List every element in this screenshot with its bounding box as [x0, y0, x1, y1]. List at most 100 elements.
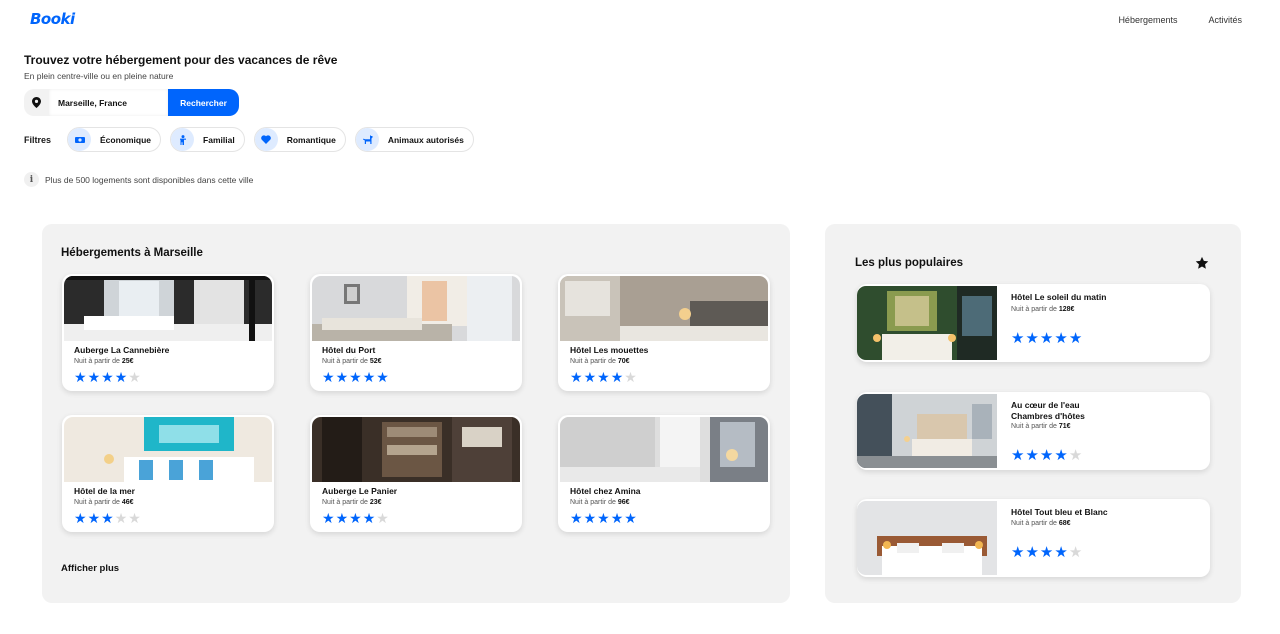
popular-card[interactable]: Au cœur de l'eau Chambres d'hôtes Nuit à… — [857, 392, 1210, 470]
star-icon — [1195, 256, 1209, 270]
filters-row: Filtres Économique Familial Romantique A… — [24, 127, 483, 152]
star-filled-icon: ★ — [349, 369, 362, 385]
nav-link-hebergements[interactable]: Hébergements — [1118, 15, 1177, 25]
star-filled-icon: ★ — [1039, 447, 1054, 464]
star-empty-icon: ★ — [624, 369, 637, 385]
search-bar: Rechercher — [24, 89, 239, 116]
star-filled-icon: ★ — [101, 369, 114, 385]
popular-photo — [857, 501, 997, 575]
star-empty-icon: ★ — [376, 510, 389, 526]
star-filled-icon: ★ — [583, 369, 597, 385]
rating: ★ ★ ★ ★ ★ — [1011, 447, 1083, 464]
star-empty-icon: ★ — [1068, 447, 1083, 464]
rating: ★ ★ ★ ★ ★ — [74, 370, 141, 384]
listing-card[interactable]: Auberge Le Panier Nuit à partir de 23€ ★… — [310, 415, 522, 532]
listing-card[interactable]: Hôtel Les mouettes Nuit à partir de 70€ … — [558, 274, 770, 391]
listing-name: Auberge La Cannebière — [74, 345, 170, 355]
listing-photo — [560, 417, 768, 482]
star-filled-icon: ★ — [583, 510, 597, 526]
popular-title: Les plus populaires — [855, 257, 963, 269]
rating: ★ ★ ★ ★ ★ — [1011, 544, 1082, 561]
star-filled-icon: ★ — [1054, 544, 1068, 561]
listing-price: Nuit à partir de 23€ — [322, 499, 382, 506]
star-filled-icon: ★ — [1068, 330, 1083, 347]
popular-price: Nuit à partir de 128€ — [1011, 306, 1075, 313]
star-filled-icon: ★ — [1025, 544, 1039, 561]
star-empty-icon: ★ — [128, 510, 141, 526]
star-filled-icon: ★ — [322, 369, 335, 385]
star-filled-icon: ★ — [1025, 330, 1039, 347]
info-message: i Plus de 500 logements sont disponibles… — [24, 172, 253, 187]
popular-photo — [857, 286, 997, 360]
listing-card[interactable]: Hôtel de la mer Nuit à partir de 46€ ★ ★ ★… — [62, 415, 274, 532]
heart-icon — [254, 128, 278, 151]
star-filled-icon: ★ — [322, 510, 335, 526]
listing-price: Nuit à partir de 96€ — [570, 499, 630, 506]
listing-card[interactable]: Hôtel du Port Nuit à partir de 52€ ★ ★ ★ ★ ★ — [310, 274, 522, 391]
nav-link-activites[interactable]: Activités — [1208, 15, 1242, 25]
star-filled-icon: ★ — [597, 369, 610, 385]
listing-name: Hôtel chez Amina — [570, 486, 641, 496]
listing-price: Nuit à partir de 70€ — [570, 358, 630, 365]
star-filled-icon: ★ — [1054, 447, 1068, 464]
page-title: Trouvez votre hébergement pour des vacan… — [24, 53, 338, 67]
popular-name: Hôtel Tout bleu et Blanc — [1011, 507, 1108, 517]
search-button[interactable]: Rechercher — [168, 89, 239, 116]
star-empty-icon: ★ — [114, 510, 128, 526]
star-filled-icon: ★ — [1011, 447, 1025, 464]
listing-name: Hôtel Les mouettes — [570, 345, 649, 355]
star-filled-icon: ★ — [335, 369, 349, 385]
rating: ★ ★ ★ ★ ★ — [570, 511, 637, 525]
listing-card[interactable]: Auberge La Cannebière Nuit à partir de 2… — [62, 274, 274, 391]
star-filled-icon: ★ — [101, 510, 114, 526]
show-more-link[interactable]: Afficher plus — [61, 563, 119, 574]
star-filled-icon: ★ — [362, 510, 376, 526]
filters-label: Filtres — [24, 134, 52, 145]
star-filled-icon: ★ — [87, 369, 101, 385]
search-input[interactable] — [49, 89, 168, 116]
dog-icon — [355, 128, 379, 151]
rating: ★ ★ ★ ★ ★ — [570, 370, 637, 384]
booki-logo[interactable]: Booki — [30, 10, 75, 28]
popular-card[interactable]: Hôtel Le soleil du matin Nuit à partir d… — [857, 284, 1210, 362]
star-filled-icon: ★ — [87, 510, 101, 526]
listing-card[interactable]: Hôtel chez Amina Nuit à partir de 96€ ★ ★… — [558, 415, 770, 532]
filter-familial[interactable]: Familial — [170, 127, 245, 152]
popular-photo — [857, 394, 997, 468]
filter-animaux[interactable]: Animaux autorisés — [354, 127, 474, 152]
listing-price: Nuit à partir de 46€ — [74, 499, 134, 506]
star-filled-icon: ★ — [362, 369, 376, 385]
filter-economique[interactable]: Économique — [67, 127, 162, 152]
star-filled-icon: ★ — [610, 369, 624, 385]
star-filled-icon: ★ — [1039, 330, 1054, 347]
star-filled-icon: ★ — [1039, 544, 1054, 561]
star-filled-icon: ★ — [1011, 330, 1025, 347]
filter-romantique[interactable]: Romantique — [253, 127, 346, 152]
filter-label: Romantique — [286, 134, 336, 145]
star-filled-icon: ★ — [114, 369, 128, 385]
listing-name: Hôtel de la mer — [74, 486, 135, 496]
filter-label: Animaux autorisés — [387, 134, 464, 145]
listings-title: Hébergements à Marseille — [61, 247, 203, 259]
popular-card[interactable]: Hôtel Tout bleu et Blanc Nuit à partir d… — [857, 499, 1210, 577]
listing-photo — [312, 417, 520, 482]
rating: ★ ★ ★ ★ ★ — [1011, 330, 1083, 347]
star-filled-icon: ★ — [376, 369, 389, 385]
star-filled-icon: ★ — [74, 369, 87, 385]
info-text: Plus de 500 logements sont disponibles d… — [45, 174, 254, 185]
listing-name: Hôtel du Port — [322, 345, 376, 355]
listing-price: Nuit à partir de 52€ — [322, 358, 382, 365]
star-filled-icon: ★ — [624, 510, 637, 526]
star-filled-icon: ★ — [570, 369, 583, 385]
star-filled-icon: ★ — [74, 510, 87, 526]
rating: ★ ★ ★ ★ ★ — [74, 511, 141, 525]
listing-photo — [312, 276, 520, 341]
listing-name: Auberge Le Panier — [322, 486, 398, 496]
location-pin-icon — [24, 89, 49, 116]
info-icon: i — [24, 172, 39, 187]
star-filled-icon: ★ — [570, 510, 583, 526]
star-filled-icon: ★ — [1054, 330, 1068, 347]
filter-label: Familial — [203, 134, 235, 145]
page-subtitle: En plein centre-ville ou en pleine natur… — [24, 71, 174, 81]
popular-price: Nuit à partir de 71€ — [1011, 423, 1071, 430]
